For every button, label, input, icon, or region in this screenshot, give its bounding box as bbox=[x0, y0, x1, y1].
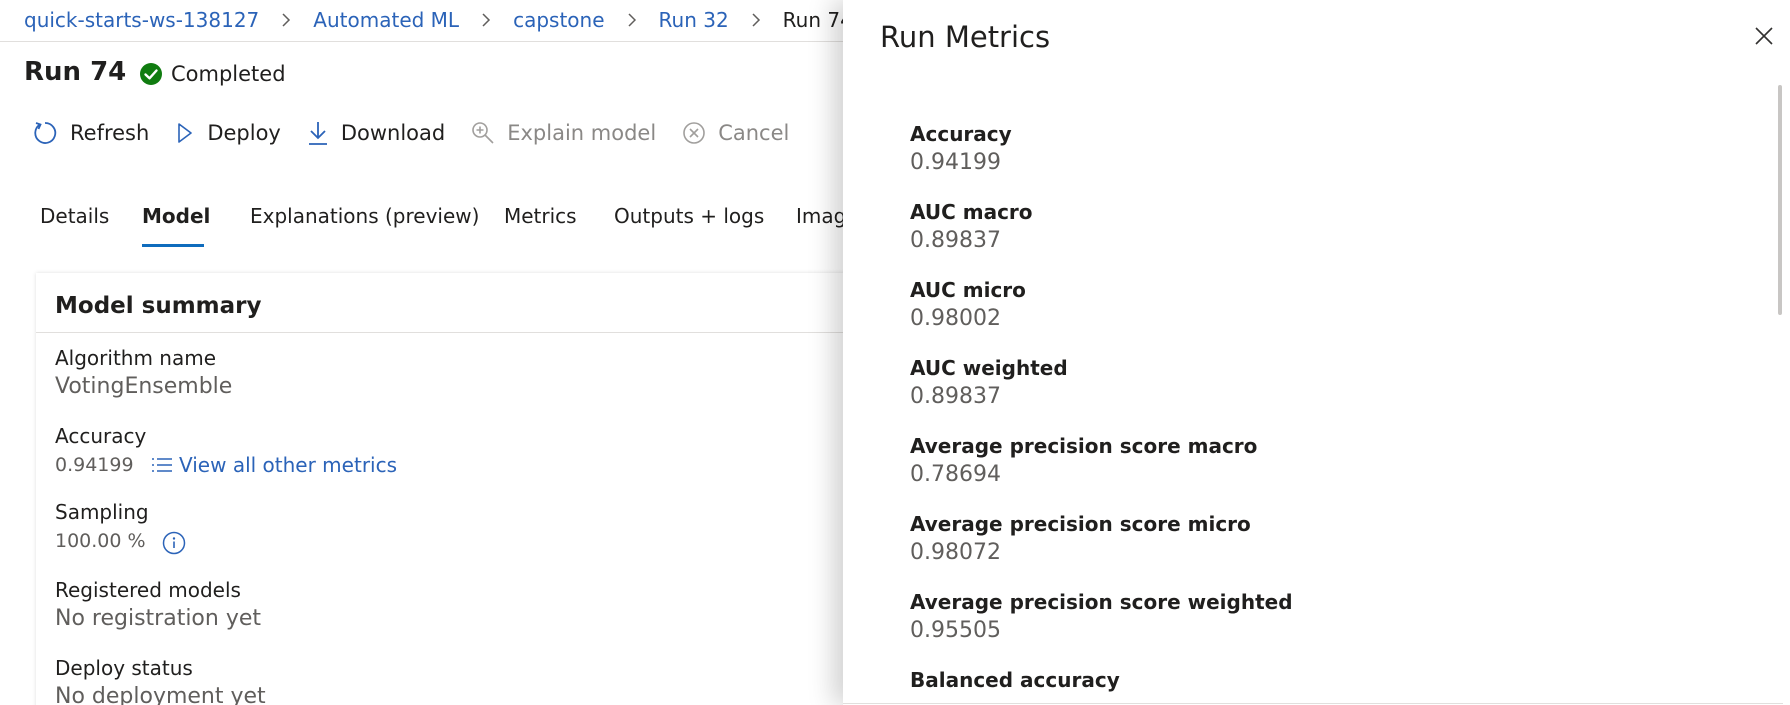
registered-models-label: Registered models bbox=[55, 578, 241, 602]
status-badge: Completed bbox=[139, 62, 286, 86]
metric-label: Average precision score micro bbox=[910, 512, 1251, 536]
chevron-right-icon bbox=[471, 10, 501, 30]
chevron-right-icon bbox=[617, 10, 647, 30]
card-divider bbox=[36, 332, 936, 333]
panel-bottom-divider bbox=[843, 703, 1783, 704]
metric-label: Average precision score weighted bbox=[910, 590, 1293, 614]
refresh-icon bbox=[34, 122, 57, 144]
registered-models-value: No registration yet bbox=[55, 606, 262, 631]
metric-item-auc-micro: AUC micro 0.98002 bbox=[910, 276, 1730, 334]
tab-details[interactable]: Details bbox=[40, 204, 109, 228]
tab-explanations[interactable]: Explanations (preview) bbox=[250, 204, 479, 228]
panel-title: Run Metrics bbox=[880, 20, 1051, 54]
refresh-label: Refresh bbox=[70, 121, 150, 145]
close-icon[interactable] bbox=[1752, 24, 1776, 48]
metric-value: 0.78694 bbox=[910, 462, 1001, 487]
breadcrumb-divider bbox=[0, 41, 850, 42]
metric-item-auc-weighted: AUC weighted 0.89837 bbox=[910, 354, 1730, 412]
search-plus-icon bbox=[472, 122, 494, 144]
download-icon bbox=[308, 122, 327, 145]
view-all-metrics-label: View all other metrics bbox=[179, 453, 398, 477]
metric-label: AUC weighted bbox=[910, 356, 1068, 380]
accuracy-value: 0.94199 bbox=[55, 454, 134, 476]
download-button[interactable]: Download bbox=[307, 120, 445, 146]
tab-outputs-logs[interactable]: Outputs + logs bbox=[614, 204, 764, 228]
cancel-button[interactable]: Cancel bbox=[682, 121, 789, 145]
metric-label: Balanced accuracy bbox=[910, 668, 1120, 692]
deploy-label: Deploy bbox=[207, 121, 281, 145]
run-metrics-panel: Run Metrics Accuracy 0.94199 AUC macro 0… bbox=[843, 0, 1790, 705]
breadcrumb-workspace[interactable]: quick-starts-ws-138127 bbox=[24, 8, 259, 32]
sampling-label: Sampling bbox=[55, 500, 149, 524]
status-text: Completed bbox=[171, 62, 286, 86]
play-icon bbox=[178, 123, 193, 143]
list-icon bbox=[152, 458, 172, 472]
metric-item-balanced-accuracy: Balanced accuracy bbox=[910, 666, 1730, 694]
breadcrumb: quick-starts-ws-138127 Automated ML caps… bbox=[24, 2, 853, 38]
scrollbar-thumb[interactable] bbox=[1778, 85, 1782, 315]
metric-item-auc-macro: AUC macro 0.89837 bbox=[910, 198, 1730, 256]
check-circle-icon bbox=[140, 63, 162, 85]
deploy-status-label: Deploy status bbox=[55, 656, 193, 680]
page-title: Run 74 bbox=[24, 57, 127, 87]
deploy-button[interactable]: Deploy bbox=[175, 121, 281, 145]
run-details-page: quick-starts-ws-138127 Automated ML caps… bbox=[0, 0, 1790, 705]
metric-label: Average precision score macro bbox=[910, 434, 1258, 458]
info-icon[interactable] bbox=[162, 531, 186, 555]
breadcrumb-automated-ml[interactable]: Automated ML bbox=[313, 8, 459, 32]
view-all-metrics-link[interactable]: View all other metrics bbox=[151, 453, 397, 477]
download-label: Download bbox=[340, 121, 446, 145]
metric-label: Accuracy bbox=[910, 122, 1012, 146]
tab-images[interactable]: Imag bbox=[796, 204, 846, 228]
algorithm-value: VotingEnsemble bbox=[55, 374, 233, 399]
metric-label: AUC micro bbox=[910, 278, 1026, 302]
explain-model-label: Explain model bbox=[507, 121, 657, 145]
metric-item-accuracy: Accuracy 0.94199 bbox=[910, 120, 1730, 178]
metric-value: 0.95505 bbox=[910, 618, 1001, 643]
metric-value: 0.89837 bbox=[910, 228, 1001, 253]
metric-value: 0.94199 bbox=[910, 150, 1001, 175]
model-summary-card: Model summary Algorithm name VotingEnsem… bbox=[36, 273, 936, 705]
metric-value: 0.98072 bbox=[910, 540, 1001, 565]
explain-model-button[interactable]: Explain model bbox=[471, 121, 656, 145]
breadcrumb-experiment[interactable]: capstone bbox=[513, 8, 604, 32]
sampling-value: 100.00 % bbox=[55, 530, 146, 552]
chevron-right-icon bbox=[271, 10, 301, 30]
accuracy-label: Accuracy bbox=[55, 424, 147, 448]
deploy-status-value: No deployment yet bbox=[55, 684, 266, 705]
metric-label: AUC macro bbox=[910, 200, 1033, 224]
tab-metrics[interactable]: Metrics bbox=[504, 204, 577, 228]
card-title: Model summary bbox=[55, 293, 262, 319]
metric-item-avg-precision-macro: Average precision score macro 0.78694 bbox=[910, 432, 1730, 490]
algorithm-label: Algorithm name bbox=[55, 346, 217, 370]
command-bar: Refresh Deploy Download Explain model Ca… bbox=[32, 120, 815, 146]
breadcrumb-parent-run[interactable]: Run 32 bbox=[659, 8, 729, 32]
metric-item-avg-precision-weighted: Average precision score weighted 0.95505 bbox=[910, 588, 1730, 646]
metric-item-avg-precision-micro: Average precision score micro 0.98072 bbox=[910, 510, 1730, 568]
refresh-button[interactable]: Refresh bbox=[32, 120, 149, 146]
metric-value: 0.98002 bbox=[910, 306, 1001, 331]
cancel-circle-icon bbox=[683, 122, 705, 144]
active-tab-indicator bbox=[142, 244, 204, 247]
cancel-label: Cancel bbox=[718, 121, 790, 145]
tab-model[interactable]: Model bbox=[142, 204, 210, 228]
metric-value: 0.89837 bbox=[910, 384, 1001, 409]
chevron-right-icon bbox=[741, 10, 771, 30]
